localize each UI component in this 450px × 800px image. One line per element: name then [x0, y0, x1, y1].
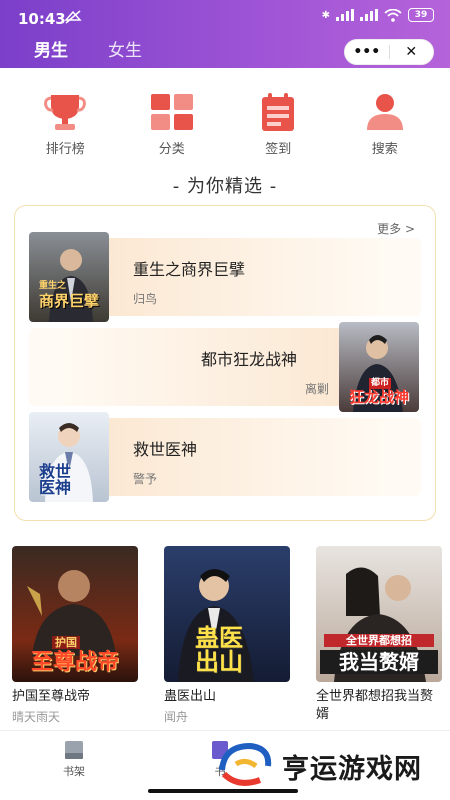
- book-cover: 全世界都想招 我当赘婿: [316, 546, 442, 682]
- close-button[interactable]: ✕: [390, 40, 434, 64]
- book-author: 闻舟: [164, 710, 189, 724]
- gender-tabs: 男生 女生: [34, 36, 142, 67]
- status-time: 10:43: [18, 10, 66, 28]
- book-cover: 护国 至尊战帝: [12, 546, 138, 682]
- tab-bookshelf[interactable]: 书架: [44, 739, 104, 779]
- bluetooth-icon: ✱: [321, 9, 330, 21]
- featured-item[interactable]: 重生之 商界巨擘 重生之商界巨擘 归鸟: [29, 232, 421, 322]
- book-author: 归鸟: [133, 292, 158, 306]
- book-title: 全世界都想招我当赘婿: [316, 689, 434, 722]
- nav-search-label: 搜索: [371, 142, 398, 157]
- bookshelf-icon: [65, 741, 83, 759]
- grid-icon: [150, 94, 193, 130]
- watermark-text: 亨运游戏网: [282, 753, 422, 785]
- nav-category[interactable]: 分类: [132, 92, 212, 157]
- cover-title: 至尊战帝: [30, 650, 119, 675]
- featured-item[interactable]: 都市 狂龙战神 都市狂龙战神 离剿: [29, 322, 421, 412]
- signal-icon-2: [360, 9, 378, 21]
- more-options-button[interactable]: •••: [345, 40, 389, 64]
- status-icons: ✱ 39: [322, 8, 434, 22]
- nav-search[interactable]: 搜索: [345, 92, 425, 157]
- book-title: 救世医神: [133, 440, 198, 459]
- book-card[interactable]: 蛊医出山 蛊医出山 闻舟: [164, 546, 290, 726]
- cover-title: 我当赘婿: [320, 650, 438, 674]
- book-title: 蛊医出山: [164, 689, 217, 704]
- book-title: 都市狂龙战神: [201, 350, 298, 369]
- nav-category-label: 分类: [158, 142, 185, 157]
- wifi-icon: [384, 8, 402, 22]
- cover-small-title: 护国: [52, 636, 80, 649]
- watermark: 亨运游戏网: [216, 738, 446, 794]
- featured-card: 更多 > 重生之 商界巨擘 重生之商界巨擘 归鸟 都市 狂龙战神 都市狂龙战神 …: [14, 205, 436, 521]
- featured-item[interactable]: 救世医神 救世医神 警予: [29, 412, 421, 502]
- nav-checkin[interactable]: 签到: [238, 92, 318, 157]
- book-author: 离剿: [305, 382, 330, 396]
- book-cover: 都市 狂龙战神: [339, 322, 419, 412]
- person-search-icon: [366, 94, 403, 130]
- mini-program-capsule: ••• ✕: [344, 39, 434, 65]
- cover-small-title: 重生之: [39, 281, 67, 291]
- section-title: - 为你精选 -: [172, 176, 278, 197]
- book-cover: 重生之 商界巨擘: [29, 232, 109, 322]
- app-header: 10:43 ✱ 39 男生 女生 ••• ✕: [0, 0, 450, 68]
- tab-male[interactable]: 男生: [34, 36, 68, 67]
- book-card[interactable]: 全世界都想招 我当赘婿 全世界都想招我当赘婿: [316, 546, 442, 726]
- home-indicator[interactable]: [148, 789, 298, 793]
- book-card[interactable]: 护国 至尊战帝 护国至尊战帝 晴天雨天: [12, 546, 138, 726]
- quick-nav: 排行榜 分类 签到 搜索: [0, 92, 450, 157]
- book-author: 晴天雨天: [12, 710, 61, 724]
- book-author: 警予: [133, 472, 158, 486]
- nav-ranking[interactable]: 排行榜: [25, 92, 105, 157]
- calendar-icon: [262, 93, 295, 131]
- cover-title: 商界巨擘: [38, 292, 99, 310]
- cover-title: 蛊医出山: [195, 624, 243, 676]
- nav-ranking-label: 排行榜: [45, 142, 85, 157]
- book-cover: 救世医神: [29, 412, 109, 502]
- watermark-logo-icon: [219, 742, 272, 786]
- tab-bookshelf-label: 书架: [63, 765, 85, 778]
- book-cover: 蛊医出山: [164, 546, 290, 682]
- notification-icon: [64, 10, 82, 24]
- battery-icon: 39: [408, 8, 434, 22]
- nav-checkin-label: 签到: [265, 142, 292, 157]
- book-title: 重生之商界巨擘: [133, 260, 246, 279]
- book-grid: 护国 至尊战帝 护国至尊战帝 晴天雨天 蛊医出山 蛊医出山 闻舟 全世界都想招 …: [12, 546, 442, 726]
- status-bar: 10:43 ✱ 39: [0, 0, 450, 34]
- cover-title: 狂龙战神: [348, 388, 409, 406]
- cover-title: 救世医神: [38, 462, 71, 497]
- book-title: 护国至尊战帝: [12, 689, 91, 704]
- trophy-icon: [44, 95, 87, 130]
- tab-female[interactable]: 女生: [108, 36, 142, 67]
- signal-icon: [336, 9, 354, 21]
- cover-small-title: 全世界都想招: [324, 634, 434, 647]
